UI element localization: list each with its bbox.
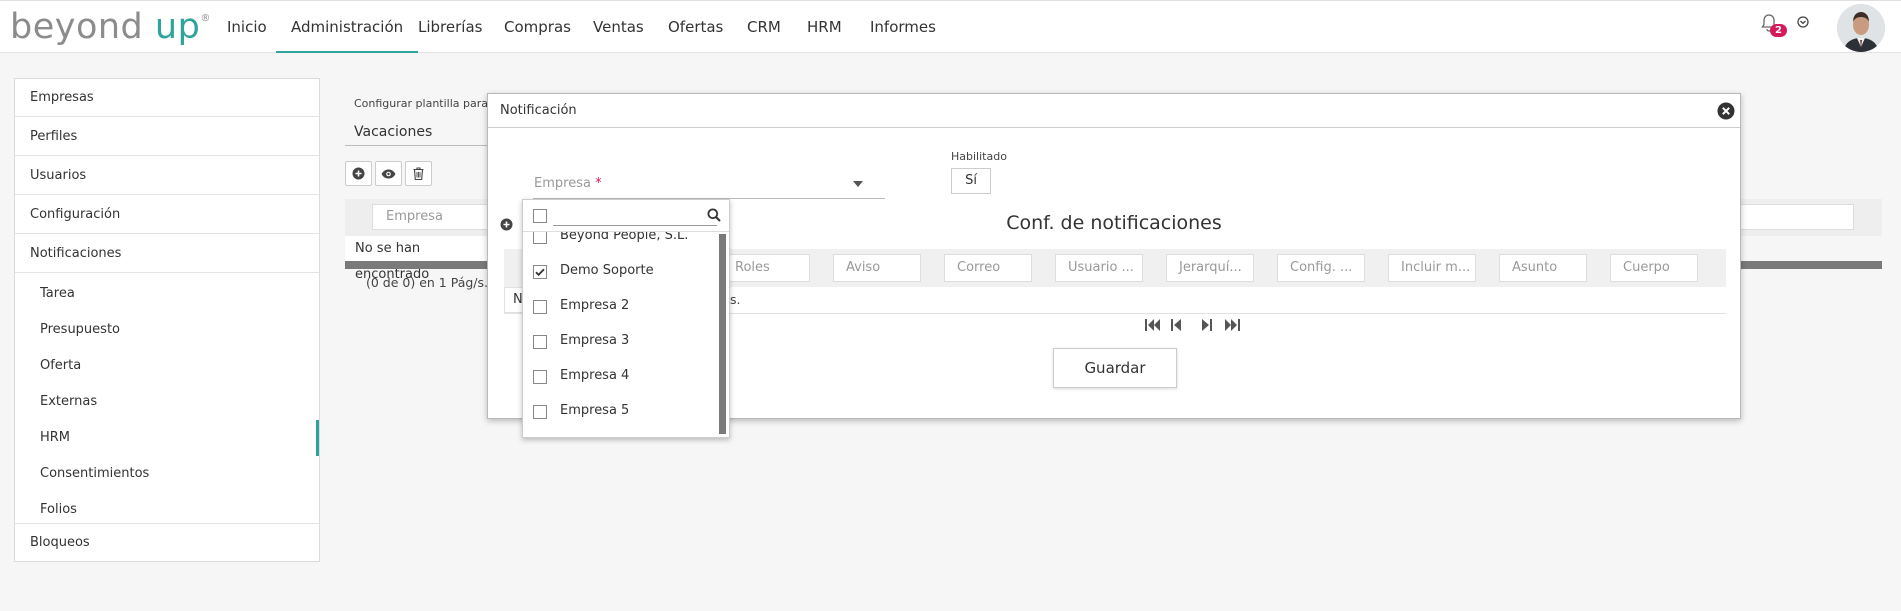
config-template-label: Configurar plantilla para * (354, 97, 497, 110)
pager-text-fragment: s. (730, 292, 741, 307)
dropdown-option[interactable]: Empresa 4 (523, 360, 717, 395)
plus-circle-icon (352, 167, 365, 180)
sidebar-item-notificaciones[interactable]: Notificaciones (15, 235, 319, 273)
check-icon (535, 268, 545, 277)
bg-filter-right[interactable] (1730, 204, 1854, 230)
nav-inicio[interactable]: Inicio (227, 1, 267, 53)
nav-hrm[interactable]: HRM (807, 1, 842, 53)
admin-sidebar: Empresas Perfiles Usuarios Configuración Not… (14, 78, 320, 562)
nav-ofertas[interactable]: Ofertas (668, 1, 723, 53)
chevron-down-circle-icon[interactable] (1797, 16, 1809, 28)
nav-administracion[interactable]: Administración (276, 1, 419, 53)
sidebar-subitem-tarea[interactable]: Tarea (15, 276, 319, 312)
nav-compras[interactable]: Compras (504, 1, 571, 53)
habilitado-label: Habilitado (951, 150, 1007, 163)
trash-icon (413, 167, 424, 180)
dropdown-option[interactable]: Empresa 5 (523, 395, 717, 430)
empresa-dropdown: Beyond People, S.L. Demo Soporte Empresa 2… (522, 199, 730, 438)
user-avatar[interactable] (1837, 4, 1885, 52)
logo[interactable]: beyond up® (10, 7, 211, 47)
column-filter-5[interactable]: Jerarquí... (1166, 254, 1254, 282)
sidebar-item-usuarios[interactable]: Usuarios (15, 157, 319, 195)
habilitado-toggle[interactable]: Sí (951, 168, 991, 194)
checkbox[interactable] (533, 335, 547, 349)
column-filter-7[interactable]: Incluir m... (1388, 254, 1476, 282)
caret-down-icon[interactable] (853, 181, 863, 187)
dropdown-option[interactable]: Beyond People, S.L. (523, 232, 717, 255)
nav-librerias[interactable]: Librerías (418, 1, 482, 53)
sidebar-subitem-presupuesto[interactable]: Presupuesto (15, 312, 319, 348)
dropdown-search-input[interactable] (553, 206, 717, 226)
checked-checkbox[interactable] (533, 265, 547, 279)
dropdown-options: Beyond People, S.L. Demo Soporte Empresa 2… (523, 232, 717, 437)
column-filter-2[interactable]: Aviso (833, 254, 921, 282)
nav-ventas[interactable]: Ventas (593, 1, 644, 53)
dropdown-option[interactable]: Demo Soporte (523, 255, 717, 290)
dropdown-option-label: Empresa 2 (560, 298, 630, 313)
config-underline (345, 145, 490, 146)
save-button[interactable]: Guardar (1053, 348, 1177, 388)
sidebar-subitem-hrm[interactable]: HRM (15, 420, 319, 456)
eye-icon (381, 169, 396, 178)
column-filter-9[interactable]: Cuerpo (1610, 254, 1698, 282)
dropdown-option-label: Demo Soporte (560, 263, 654, 278)
add-button[interactable] (345, 161, 372, 186)
sidebar-item-perfiles[interactable]: Perfiles (15, 118, 319, 156)
nav-crm[interactable]: CRM (747, 1, 781, 53)
dropdown-option-label: Empresa 5 (560, 403, 630, 418)
bg-pager-text: (0 de 0) en 1 Pág/s. (366, 275, 488, 290)
column-filter-6[interactable]: Config. ... (1277, 254, 1365, 282)
bg-empty-row: No se han encontrado (345, 236, 490, 282)
bg-filter-empresa[interactable]: Empresa (372, 204, 502, 230)
checkbox[interactable] (533, 405, 547, 419)
checkbox[interactable] (533, 370, 547, 384)
column-filter-4[interactable]: Usuario ... (1055, 254, 1143, 282)
sidebar-subitem-oferta[interactable]: Oferta (15, 348, 319, 384)
top-bar: beyond up® Inicio Administración Librerías… (0, 0, 1901, 53)
previous-page-icon[interactable] (1169, 318, 1185, 332)
dropdown-scrollbar[interactable] (719, 234, 726, 434)
modal-header: Notificación (488, 94, 1740, 128)
notification-badge: 2 (1770, 24, 1787, 37)
dropdown-option-label: Beyond People, S.L. (560, 232, 689, 243)
close-icon[interactable] (1717, 102, 1735, 120)
last-page-icon[interactable] (1224, 318, 1240, 332)
dropdown-option-label: Empresa 4 (560, 368, 630, 383)
column-filter-8[interactable]: Asunto (1499, 254, 1587, 282)
first-page-icon[interactable] (1145, 318, 1161, 332)
empresa-label: Empresa * (534, 176, 602, 191)
sidebar-item-empresas[interactable]: Empresas (15, 79, 319, 117)
sidebar-subitem-externas[interactable]: Externas (15, 384, 319, 420)
sidebar-subitem-consentimientos[interactable]: Consentimientos (15, 456, 319, 492)
delete-button[interactable] (405, 161, 432, 186)
config-template-value[interactable]: Vacaciones (354, 124, 432, 140)
dropdown-header (523, 200, 729, 232)
checkbox[interactable] (533, 232, 547, 244)
select-all-checkbox[interactable] (533, 209, 547, 223)
nav-informes[interactable]: Informes (870, 1, 936, 53)
next-page-icon[interactable] (1198, 318, 1214, 332)
dropdown-option[interactable]: Empresa 2 (523, 290, 717, 325)
search-icon[interactable] (707, 208, 721, 222)
sidebar-item-bloqueos[interactable]: Bloqueos (15, 523, 319, 561)
dropdown-option-label: Empresa 3 (560, 333, 630, 348)
column-filter-3[interactable]: Correo (944, 254, 1032, 282)
column-filter-1[interactable]: Roles (722, 254, 810, 282)
view-button[interactable] (375, 161, 402, 186)
modal-title: Notificación (500, 103, 577, 118)
sidebar-item-configuracion[interactable]: Configuración (15, 196, 319, 234)
checkbox[interactable] (533, 300, 547, 314)
dropdown-option[interactable]: Empresa 3 (523, 325, 717, 360)
